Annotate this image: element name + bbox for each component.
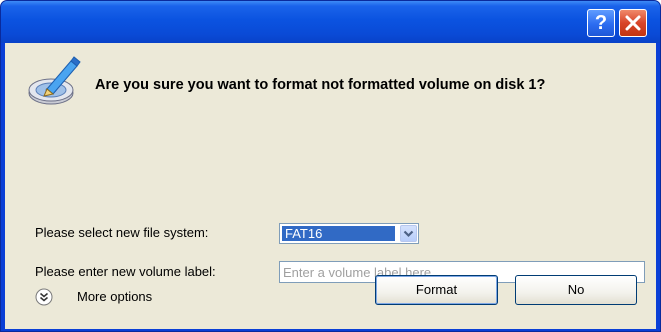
confirmation-message: Are you sure you want to format not form… [95, 77, 546, 93]
format-dialog: ? Are you sure you want to format not fo… [0, 0, 661, 332]
dialog-body: Are you sure you want to format not form… [5, 43, 656, 329]
close-button[interactable] [619, 9, 647, 37]
file-system-label: Please select new file system: [35, 225, 209, 240]
more-options-toggle[interactable]: More options [35, 285, 195, 307]
close-icon [625, 15, 641, 31]
disk-format-icon [28, 56, 81, 105]
more-options-label: More options [77, 289, 153, 304]
dropdown-button[interactable] [400, 225, 417, 242]
chevron-down-icon [403, 230, 414, 238]
file-system-select[interactable]: FAT16 [279, 223, 419, 244]
file-system-selected-value: FAT16 [282, 226, 395, 241]
double-chevron-down-icon [35, 288, 53, 306]
help-button[interactable]: ? [587, 9, 615, 37]
title-bar: ? [1, 1, 660, 43]
volume-label-label: Please enter new volume label: [35, 264, 216, 279]
format-button[interactable]: Format [375, 275, 498, 305]
no-button[interactable]: No [515, 275, 637, 305]
help-icon: ? [594, 12, 608, 34]
